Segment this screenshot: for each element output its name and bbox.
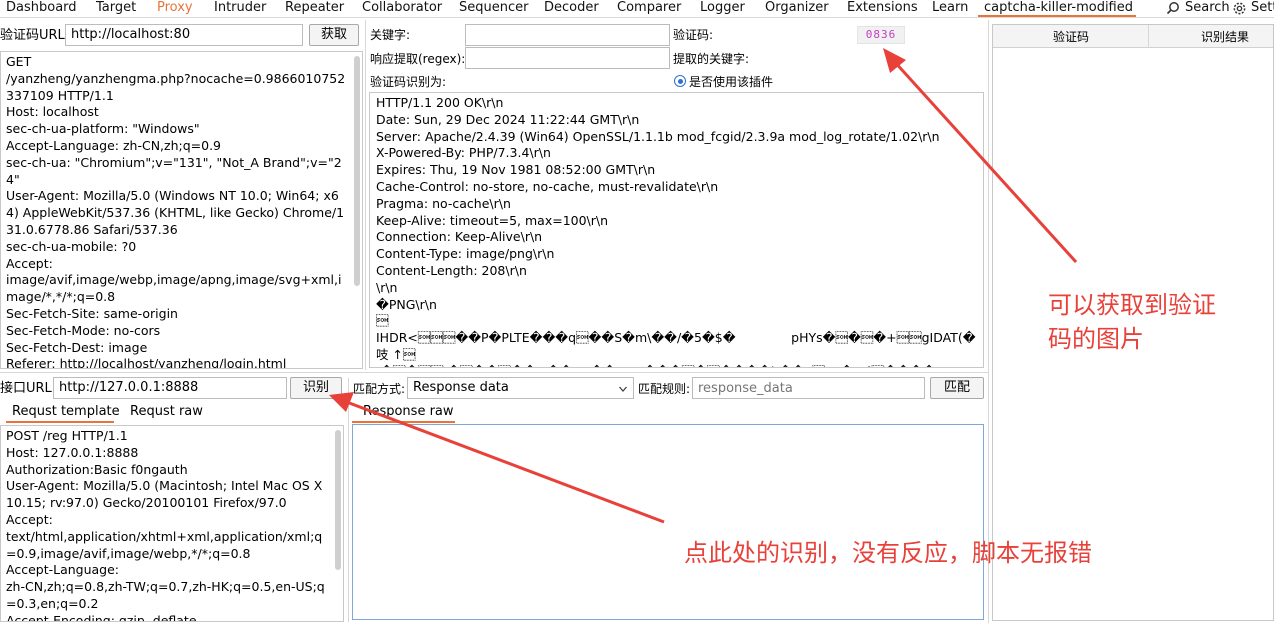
annotation-recognize-no-response: 点此处的识别，没有反应，脚本无报错 [684, 539, 1092, 567]
active-tab-underline [6, 421, 114, 423]
match-rule-input[interactable] [692, 377, 925, 399]
tab-learn[interactable]: Learn [932, 0, 968, 17]
captcha-url-label: 验证码URL: [0, 28, 70, 43]
keyword-input[interactable] [465, 24, 670, 46]
interface-url-input[interactable]: http://127.0.0.1:8888 [53, 377, 287, 399]
tab-request-raw[interactable]: Requst raw [130, 404, 203, 420]
captcha-image: 0836 [857, 26, 905, 44]
match-method-select[interactable]: Response data [407, 377, 634, 399]
vertical-divider[interactable] [365, 20, 366, 370]
tab-response-raw[interactable]: Response raw [363, 404, 454, 420]
search-icon[interactable] [1166, 1, 1180, 17]
tab-proxy[interactable]: Proxy [157, 0, 193, 17]
scrollbar[interactable] [354, 56, 360, 286]
gear-icon[interactable] [1232, 1, 1247, 17]
captcha-url-input[interactable]: http://localhost:80 [65, 24, 303, 46]
tab-dashboard[interactable]: Dashboard [6, 0, 77, 17]
tab-extensions[interactable]: Extensions [847, 0, 918, 17]
annotation-arrow-head [883, 48, 906, 73]
tab-intruder[interactable]: Intruder [214, 0, 266, 17]
use-plugin-radio[interactable] [674, 75, 686, 87]
match-method-label: 匹配方式: [353, 382, 406, 396]
tab-logger[interactable]: Logger [700, 0, 745, 17]
response-raw-editor[interactable] [352, 424, 984, 620]
tab-organizer[interactable]: Organizer [765, 0, 829, 17]
tab-captcha-killer[interactable]: captcha-killer-modified [978, 0, 1136, 17]
request-template-editor[interactable]: POST /reg HTTP/1.1 Host: 127.0.0.1:8888 … [0, 425, 344, 622]
column-header-captcha[interactable]: 验证码 [1053, 29, 1089, 45]
captcha-response-text: HTTP/1.1 200 OK\r\n Date: Sun, 29 Dec 20… [376, 95, 976, 367]
use-plugin-label[interactable]: 是否使用该插件 [689, 74, 773, 90]
captcha-request-editor[interactable]: GET /yanzheng/yanzhengma.php?nocache=0.9… [0, 51, 363, 369]
request-template-text: POST /reg HTTP/1.1 Host: 127.0.0.1:8888 … [6, 428, 325, 622]
match-rule-label: 匹配规则: [638, 382, 691, 396]
vertical-divider[interactable] [988, 20, 989, 623]
annotation-captcha-image: 可以获取到验证 码的图片 [1048, 291, 1216, 353]
match-button[interactable]: 匹配 [930, 377, 984, 399]
active-tab-underline [352, 421, 455, 423]
captcha-recognized-label: 验证码识别为: [370, 75, 447, 89]
regex-label: 响应提取(regex): [370, 52, 466, 66]
captcha-label: 验证码: [673, 28, 714, 42]
extracted-keyword-label: 提取的关键字: [673, 52, 750, 66]
vertical-divider[interactable] [348, 378, 349, 622]
chevron-down-icon [618, 381, 628, 398]
tab-repeater[interactable]: Repeater [285, 0, 344, 17]
scrollbar[interactable] [335, 430, 341, 570]
tab-sequencer[interactable]: Sequencer [459, 0, 528, 17]
radio-dot [677, 78, 683, 84]
top-tab-bar: Dashboard Target Proxy Intruder Repeater… [0, 0, 1274, 18]
column-header-result[interactable]: 识别结果 [1201, 29, 1249, 45]
tab-target[interactable]: Target [96, 0, 136, 17]
captcha-response-editor[interactable]: HTTP/1.1 200 OK\r\n Date: Sun, 29 Dec 20… [369, 92, 984, 368]
horizontal-divider[interactable] [0, 372, 988, 373]
keyword-label: 关键字: [370, 28, 411, 42]
tab-decoder[interactable]: Decoder [544, 0, 599, 17]
interface-url-label: 接口URL: [0, 381, 57, 396]
match-method-value: Response data [413, 380, 509, 395]
tab-request-template[interactable]: Requst template [12, 404, 120, 420]
tab-comparer[interactable]: Comparer [617, 0, 681, 17]
settings-label[interactable]: Sett [1251, 0, 1274, 17]
column-divider [1148, 25, 1149, 48]
regex-input[interactable] [465, 47, 670, 69]
fetch-button[interactable]: 获取 [309, 24, 359, 46]
captcha-request-text: GET /yanzheng/yanzhengma.php?nocache=0.9… [6, 54, 346, 369]
search-label[interactable]: Search [1185, 0, 1230, 17]
tab-collaborator[interactable]: Collaborator [362, 0, 442, 17]
recognize-button[interactable]: 识别 [290, 377, 342, 399]
